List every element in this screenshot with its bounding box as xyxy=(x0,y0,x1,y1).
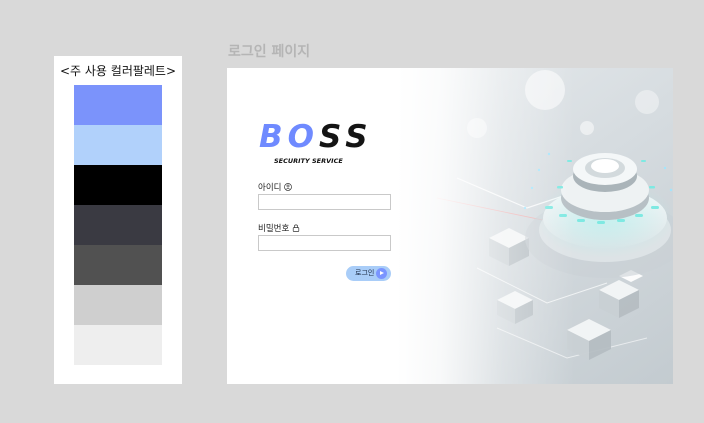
logo-letter-2: O xyxy=(287,119,319,155)
swatch-1 xyxy=(74,85,162,125)
palette-title: <주 사용 컬러팔레트> xyxy=(59,64,177,78)
swatch-3 xyxy=(74,165,162,205)
id-input[interactable] xyxy=(258,194,391,210)
logo-letter-3: S xyxy=(319,119,346,155)
logo-letter-1: B xyxy=(259,119,288,155)
logo-letter-4: S xyxy=(345,119,373,155)
password-label: 비밀번호 xyxy=(258,222,300,235)
swatch-5 xyxy=(74,245,162,285)
lock-icon xyxy=(292,224,300,235)
login-button[interactable]: 로그인 xyxy=(346,266,391,281)
logo-tagline: SECURITY SERVICE xyxy=(274,157,343,165)
logo-wordmark: BOSS xyxy=(259,120,373,154)
arrow-right-icon xyxy=(376,268,387,279)
logo-letters: BOSS xyxy=(259,119,373,155)
color-palette-card: <주 사용 컬러팔레트> xyxy=(54,56,182,384)
id-label-text: 아이디 xyxy=(258,183,282,193)
page-title: 로그인 페이지 xyxy=(228,44,311,60)
login-panel: BOSS SECURITY SERVICE 아이디 비밀번호 로그인 xyxy=(227,68,673,384)
user-circle-icon xyxy=(284,183,293,194)
swatch-2 xyxy=(74,125,162,165)
boss-logo: BOSS SECURITY SERVICE xyxy=(259,120,369,165)
swatch-4 xyxy=(74,205,162,245)
id-label: 아이디 xyxy=(258,181,293,194)
password-label-text: 비밀번호 xyxy=(258,224,290,234)
palette-swatches xyxy=(74,85,162,365)
password-input[interactable] xyxy=(258,235,391,251)
swatch-7 xyxy=(74,325,162,365)
login-button-label: 로그인 xyxy=(355,269,375,277)
swatch-6 xyxy=(74,285,162,325)
